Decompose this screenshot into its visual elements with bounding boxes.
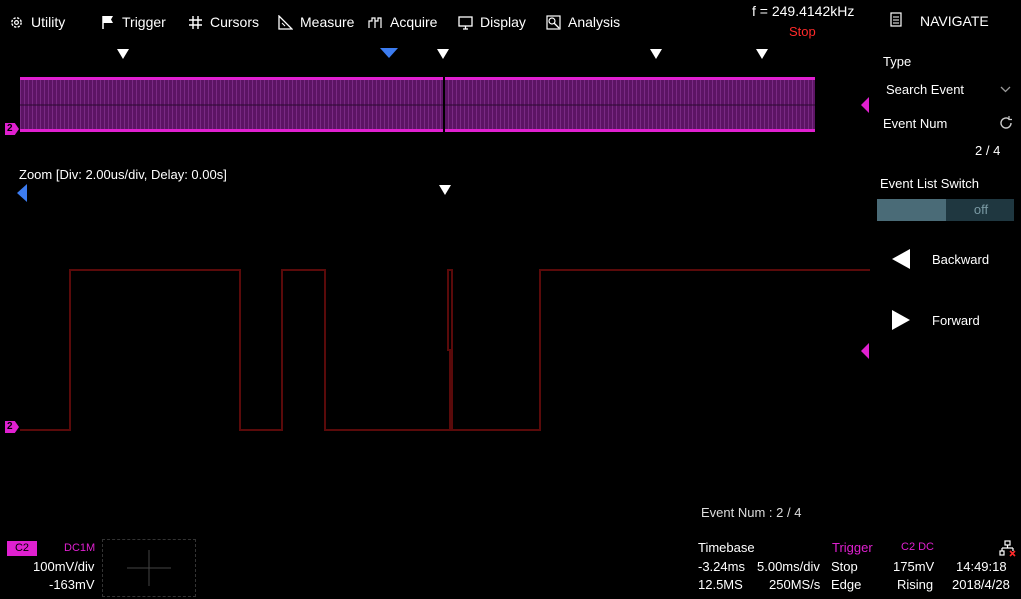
zoom-event-marker[interactable]: [439, 185, 451, 195]
menu-acquire[interactable]: Acquire: [368, 12, 437, 32]
timebase-memory: 12.5MS: [698, 577, 743, 592]
waveform-acquire-icon: [368, 16, 382, 28]
trigger-level: 175mV: [893, 559, 935, 574]
trigger-type: Edge: [831, 577, 862, 592]
channel2-badge[interactable]: C2: [7, 541, 37, 556]
trigger-position-marker[interactable]: [380, 48, 398, 58]
channel2-scale: 100mV/div: [33, 559, 95, 574]
clock-time: 14:49:18: [956, 559, 1007, 574]
event-marker-2[interactable]: [437, 49, 449, 59]
forward-label: Forward: [932, 312, 980, 328]
zoom-channel2-marker[interactable]: 2: [5, 421, 19, 433]
timebase-scale: 5.00ms/div: [757, 559, 820, 574]
event-marker-4[interactable]: [756, 49, 768, 59]
menu-display[interactable]: Display: [458, 12, 526, 32]
navigate-title: NAVIGATE: [920, 13, 989, 29]
event-num-label: Event Num: [883, 116, 948, 131]
trigger-label[interactable]: Trigger: [832, 540, 873, 555]
event-list-switch-label: Event List Switch: [880, 176, 979, 191]
document-icon: [890, 12, 902, 27]
network-disconnected-icon: [999, 540, 1016, 557]
overview-channel2-marker[interactable]: 2: [5, 123, 19, 135]
menu-measure[interactable]: Measure: [278, 12, 354, 32]
switch-state: off: [973, 202, 989, 217]
type-select[interactable]: Search Event: [883, 80, 1013, 100]
menu-utility[interactable]: Utility: [9, 12, 65, 32]
overview-trigger-level-marker[interactable]: [861, 97, 869, 113]
menu-bar: Utility Trigger Cursors Measure Acquire …: [0, 0, 870, 44]
menu-measure-label: Measure: [300, 14, 355, 30]
navigate-panel-header[interactable]: [890, 12, 902, 30]
grid-hash-icon: [189, 15, 202, 29]
gear-icon: [11, 16, 22, 28]
zoom-waveform[interactable]: [20, 240, 870, 440]
navigate-panel: NAVIGATE Type Search Event Event Num 2 /…: [870, 0, 1021, 540]
event-num-value: 2 / 4: [975, 143, 1001, 158]
zoom-trigger-position-marker[interactable]: [17, 184, 27, 202]
event-num-control[interactable]: Event Num: [883, 114, 1013, 134]
channel-mini-display: [102, 539, 196, 597]
menu-utility-label: Utility: [31, 14, 66, 30]
event-list-switch[interactable]: off: [877, 199, 1014, 221]
chevron-down-icon: [1000, 86, 1011, 93]
event-marker-3[interactable]: [650, 49, 662, 59]
refresh-knob-icon: [1000, 116, 1012, 129]
trigger-slope: Rising: [897, 577, 934, 592]
frequency-readout: f = 249.4142kHz: [752, 3, 855, 19]
monitor-icon: [458, 15, 473, 30]
switch-on-segment: [877, 199, 946, 221]
backward-button[interactable]: Backward: [890, 246, 989, 272]
menu-display-label: Display: [480, 14, 526, 30]
menu-trigger-label: Trigger: [122, 14, 166, 30]
channel2-offset: -163mV: [49, 577, 95, 592]
overview-waveform[interactable]: [20, 77, 815, 132]
event-marker-1[interactable]: [117, 49, 129, 59]
timebase-label[interactable]: Timebase: [698, 540, 755, 555]
type-label: Type: [883, 54, 912, 69]
menu-acquire-label: Acquire: [390, 14, 438, 30]
forward-button[interactable]: Forward: [890, 307, 980, 333]
zoom-info-label: Zoom [Div: 2.00us/div, Delay: 0.00s]: [19, 167, 227, 182]
triangle-right-icon: [892, 310, 910, 330]
type-value: Search Event: [886, 82, 965, 97]
menu-cursors[interactable]: Cursors: [188, 12, 259, 32]
ruler-icon: [278, 14, 293, 30]
status-bar: C2 DC1M 100mV/div -163mV Timebase -3.24m…: [0, 537, 1021, 599]
flag-icon: [102, 15, 113, 29]
trigger-state: Stop: [831, 559, 858, 574]
triangle-left-icon: [892, 249, 910, 269]
backward-label: Backward: [932, 251, 990, 267]
menu-analysis[interactable]: Analysis: [546, 12, 620, 32]
analysis-icon: [546, 14, 561, 30]
channel2-coupling: DC1M: [64, 542, 96, 554]
menu-analysis-label: Analysis: [568, 14, 621, 30]
trigger-source: C2 DC: [901, 541, 935, 553]
clock-date: 2018/4/28: [952, 577, 1010, 592]
timebase-delay: -3.24ms: [698, 559, 745, 574]
event-num-overlay: Event Num : 2 / 4: [701, 505, 802, 520]
timebase-sample-rate: 250MS/s: [769, 577, 821, 592]
run-state-indicator[interactable]: Stop: [789, 24, 816, 39]
zoom-trigger-level-marker[interactable]: [861, 343, 869, 359]
menu-trigger[interactable]: Trigger: [101, 12, 166, 32]
menu-cursors-label: Cursors: [210, 14, 260, 30]
